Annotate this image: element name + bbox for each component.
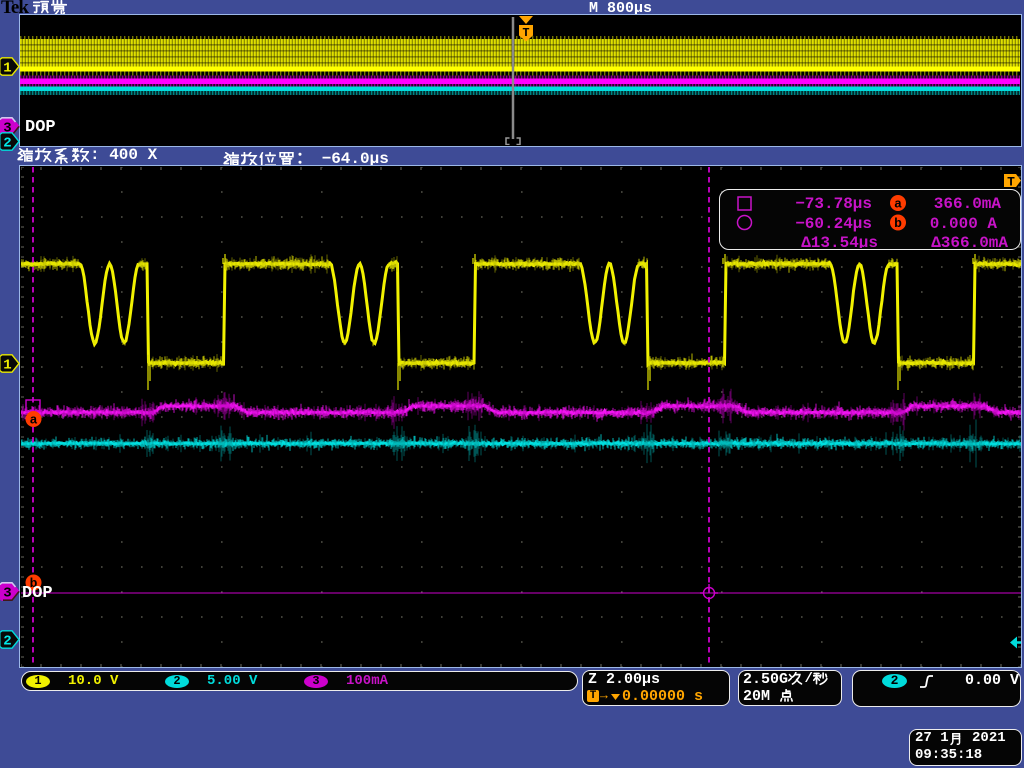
svg-text:Δ13.54µs: Δ13.54µs <box>801 234 878 248</box>
svg-text:DOP: DOP <box>25 118 56 137</box>
svg-text:3: 3 <box>3 586 11 602</box>
svg-text:T: T <box>522 26 529 40</box>
svg-text:2: 2 <box>3 634 11 650</box>
svg-text:a: a <box>29 412 37 427</box>
svg-text:2: 2 <box>3 136 11 152</box>
svg-text:−60.24µs: −60.24µs <box>795 215 872 233</box>
svg-text:0.000 A: 0.000 A <box>930 215 998 233</box>
svg-text:−73.78µs: −73.78µs <box>795 195 872 213</box>
svg-text:366.0mA: 366.0mA <box>934 195 1002 213</box>
svg-text:a: a <box>894 197 902 212</box>
svg-text:b: b <box>894 216 902 231</box>
svg-text:1: 1 <box>3 358 11 374</box>
svg-text:T: T <box>1007 174 1015 189</box>
svg-text:Δ366.0mA: Δ366.0mA <box>931 234 1008 248</box>
svg-text:1: 1 <box>3 61 11 77</box>
